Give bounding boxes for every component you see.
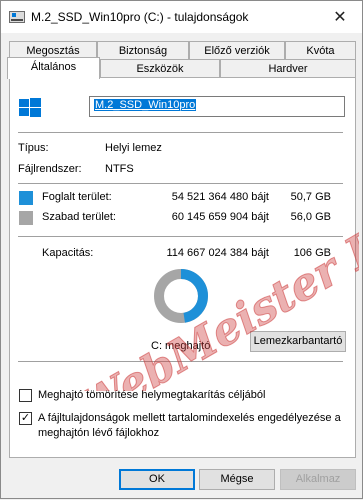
type-value: Helyi lemez	[105, 142, 162, 154]
ok-button[interactable]: OK	[119, 469, 195, 490]
free-space-bytes: 60 145 659 904 bájt	[171, 211, 269, 223]
index-label-line2: meghajtón lévő fájlokhoz	[38, 427, 160, 439]
capacity-label: Kapacitás:	[42, 247, 94, 259]
used-space-swatch	[19, 191, 33, 205]
cancel-button[interactable]: Mégse	[199, 469, 275, 490]
separator	[18, 132, 343, 133]
compress-checkbox[interactable]	[19, 389, 32, 402]
apply-button[interactable]: Alkalmaz	[280, 469, 356, 490]
type-label: Típus:	[18, 142, 49, 154]
free-space-gb: 56,0 GB	[290, 211, 331, 223]
disk-cleanup-button[interactable]: Lemezkarbantartó	[250, 331, 346, 352]
used-space-bytes: 54 521 364 480 bájt	[171, 191, 269, 203]
compress-label: Meghajtó tömörítése helymegtakarítás cél…	[38, 389, 266, 401]
separator	[18, 183, 343, 184]
free-space-label: Szabad terület:	[42, 211, 116, 223]
used-space-gb: 50,7 GB	[290, 191, 331, 203]
checkmark-icon: ✓	[20, 412, 31, 424]
volume-name-text: M.2_SSD_Win10pro	[94, 99, 197, 111]
separator	[18, 361, 343, 362]
volume-name-input[interactable]: M.2_SSD_Win10pro	[89, 96, 345, 117]
free-space-swatch	[19, 211, 33, 225]
capacity-bytes: 114 667 024 384 bájt	[166, 247, 269, 259]
filesystem-label: Fájlrendszer:	[18, 163, 82, 175]
disk-usage-donut	[154, 269, 208, 323]
index-label-line1: A fájltulajdonságok mellett tartalominde…	[38, 412, 341, 424]
separator	[18, 236, 343, 237]
used-space-label: Foglalt terület:	[42, 191, 112, 203]
windows-drive-icon	[19, 98, 41, 117]
properties-window: M.2_SSD_Win10pro (C:) - tulajdonságok ✕ …	[0, 0, 363, 499]
filesystem-value: NTFS	[105, 163, 134, 175]
capacity-gb: 106 GB	[293, 247, 331, 259]
index-checkbox[interactable]: ✓	[19, 412, 32, 425]
drive-label: C: meghajtó	[151, 340, 211, 352]
